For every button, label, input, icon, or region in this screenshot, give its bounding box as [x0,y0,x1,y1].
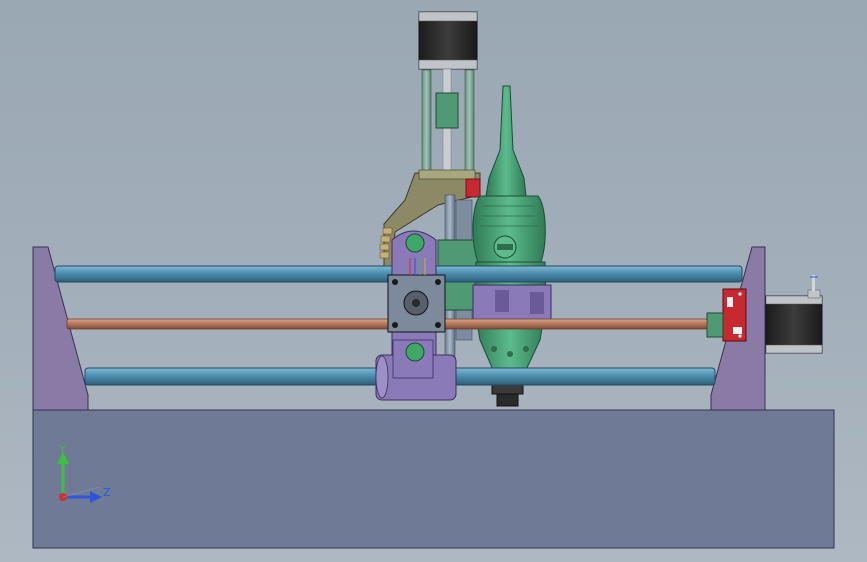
lead-screw-coupler[interactable] [706,312,724,338]
z-coupler[interactable] [435,92,459,129]
axis-z-label: Z [103,486,111,499]
base-plate[interactable] [32,409,835,549]
graphics-viewport[interactable]: Y Z [0,0,867,562]
axis-y-label: Y [59,443,66,456]
cnc-gantry-model[interactable] [0,0,867,562]
x-lead-screw[interactable] [66,318,708,330]
rail-bearing-block[interactable] [375,339,457,401]
z-guide-rod-left[interactable] [421,69,432,179]
z-axis-stepper-motor[interactable] [418,11,478,70]
endstop-board-right[interactable] [722,288,747,342]
x-axis-stepper-motor[interactable] [765,275,823,354]
z-guide-rod-right[interactable] [464,69,475,179]
